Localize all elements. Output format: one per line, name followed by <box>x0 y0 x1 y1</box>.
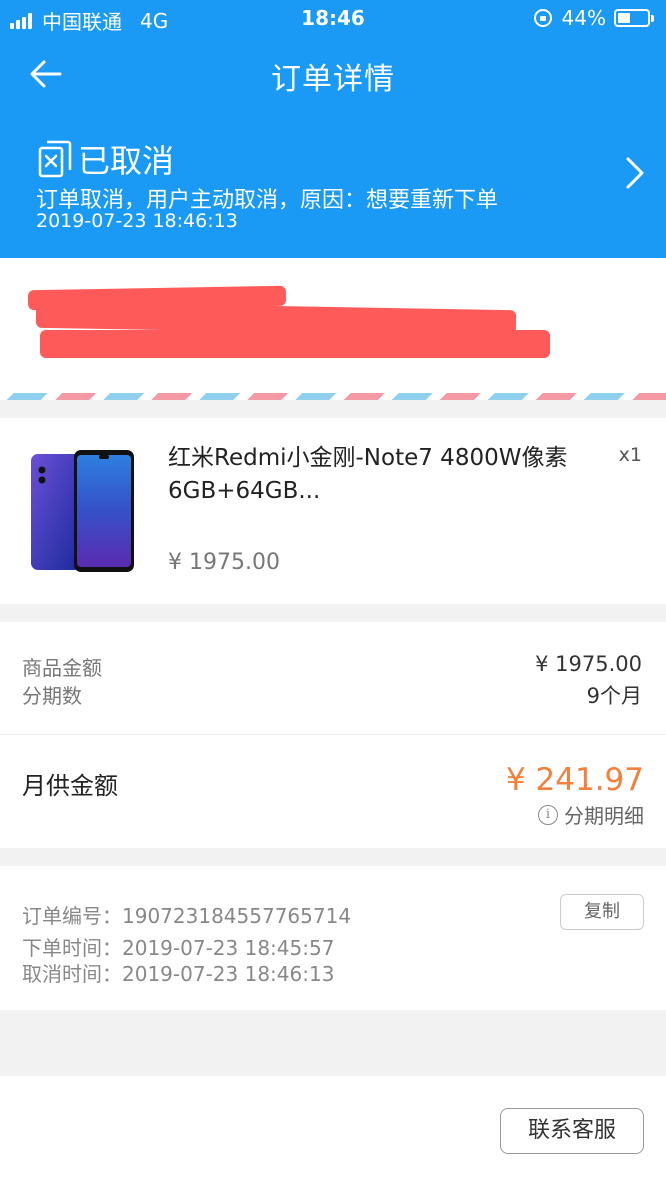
info-icon: i <box>538 804 558 825</box>
status-right: 44% <box>533 6 654 30</box>
installment-details-link[interactable]: i 分期明细 <box>538 800 644 829</box>
installments-label: 分期数 <box>22 684 82 708</box>
cancelled-order-icon <box>38 140 72 178</box>
order-placed-value: 2019-07-23 18:45:57 <box>122 936 335 960</box>
product-name: 红米Redmi小金刚-Note7 4800W像素 6GB+64GB... <box>168 445 568 504</box>
order-number-row: 订单编号：190723184557765714 <box>22 900 351 929</box>
installments-value: 9个月 <box>586 684 642 708</box>
monthly-payment-label: 月供金额 <box>22 772 118 800</box>
copy-button[interactable]: 复制 <box>560 894 644 930</box>
order-cancelled-row: 取消时间：2019-07-23 18:46:13 <box>22 958 334 987</box>
goods-amount-value: ¥ 1975.00 <box>535 652 642 676</box>
product-quantity: x1 <box>618 444 642 466</box>
order-status-title: 已取消 <box>78 142 175 180</box>
nav-bar: 订单详情 <box>0 40 666 110</box>
rotation-lock-icon <box>533 9 552 27</box>
order-placed-label: 下单时间： <box>22 936 122 960</box>
payment-summary: 商品金额 ¥ 1975.00 分期数 9个月 月供金额 ¥ 241.97 i 分… <box>0 622 666 848</box>
battery-icon <box>614 9 654 27</box>
address-border-stripe <box>0 393 666 400</box>
shipping-address-card[interactable] <box>0 258 666 400</box>
order-cancelled-value: 2019-07-23 18:46:13 <box>122 962 335 986</box>
order-info-card: 订单编号：190723184557765714 复制 下单时间：2019-07-… <box>0 866 666 1010</box>
order-status-time: 2019-07-23 18:46:13 <box>36 210 238 232</box>
product-card[interactable]: 红米Redmi小金刚-Note7 4800W像素 6GB+64GB... x1 … <box>0 418 666 604</box>
product-price: ¥ 1975.00 <box>168 550 280 575</box>
order-placed-row: 下单时间：2019-07-23 18:45:57 <box>22 932 334 961</box>
battery-percent: 44% <box>561 6 606 30</box>
order-number-label: 订单编号： <box>22 904 122 928</box>
order-cancelled-label: 取消时间： <box>22 962 122 986</box>
order-status-card[interactable]: 已取消 订单取消，用户主动取消，原因：想要重新下单 2019-07-23 18:… <box>0 128 666 248</box>
goods-amount-label: 商品金额 <box>22 656 102 680</box>
contact-support-button[interactable]: 联系客服 <box>500 1108 644 1154</box>
chevron-right-icon <box>626 157 644 189</box>
bottom-action-bar: 联系客服 <box>0 1076 666 1184</box>
header-background: 中国联通 4G 18:46 44% 订单详情 已取消 订单取消，用户主动取消，原… <box>0 0 666 258</box>
divider <box>0 734 666 735</box>
product-image <box>31 450 134 572</box>
monthly-payment-value: ¥ 241.97 <box>505 762 644 798</box>
installment-details-label: 分期明细 <box>564 804 644 828</box>
order-number-value: 190723184557765714 <box>122 904 352 928</box>
status-bar: 中国联通 4G 18:46 44% <box>0 0 666 38</box>
page-title: 订单详情 <box>271 62 395 97</box>
redacted-address <box>40 330 550 358</box>
